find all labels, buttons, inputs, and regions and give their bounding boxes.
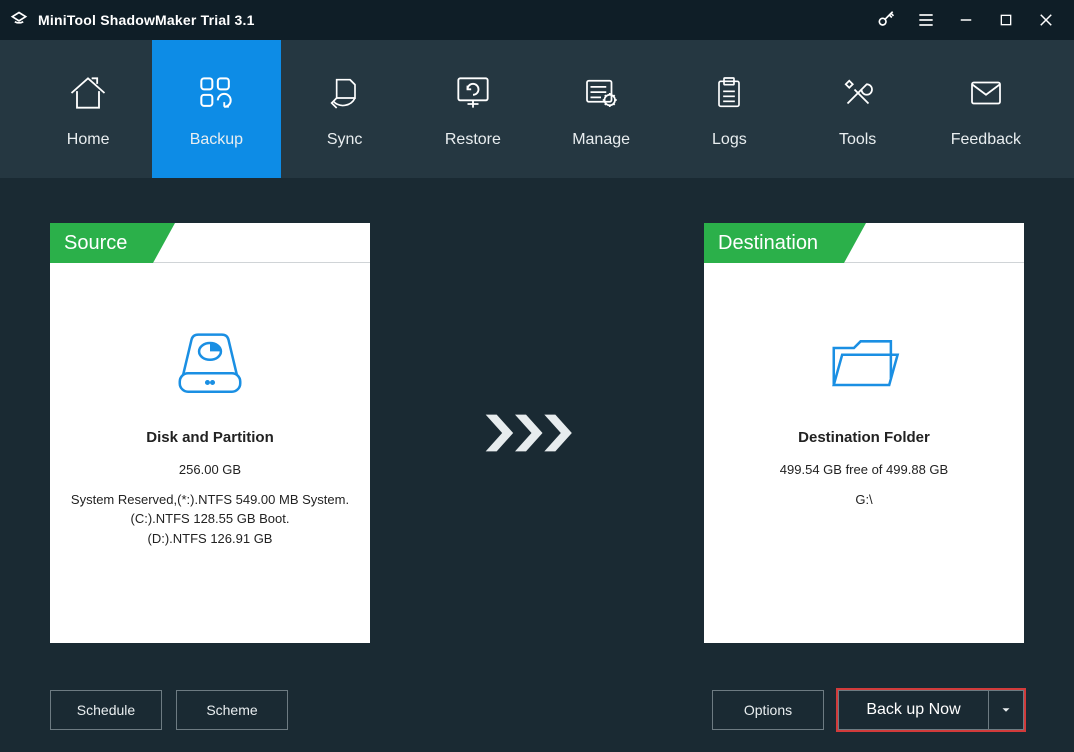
source-panel-body: Disk and Partition 256.00 GB System Rese… xyxy=(50,263,370,643)
nav-feedback[interactable]: Feedback xyxy=(922,40,1050,178)
destination-panel-body: Destination Folder 499.54 GB free of 499… xyxy=(704,263,1024,643)
backup-now-split-button: Back up Now xyxy=(838,690,1024,730)
schedule-button[interactable]: Schedule xyxy=(50,690,162,730)
nav-label: Restore xyxy=(445,131,501,149)
restore-icon xyxy=(449,69,497,117)
backup-now-dropdown[interactable] xyxy=(988,690,1024,730)
destination-title: Destination Folder xyxy=(798,429,930,446)
destination-panel[interactable]: Destination Destination Folder 499.54 GB… xyxy=(704,223,1024,643)
scheme-button[interactable]: Scheme xyxy=(176,690,288,730)
panels-row: Source Disk and Partition 256.00 GB Syst… xyxy=(50,208,1024,658)
nav-restore[interactable]: Restore xyxy=(409,40,537,178)
arrow-separator-icon xyxy=(482,413,592,453)
source-detail-line: System Reserved,(*:).NTFS 549.00 MB Syst… xyxy=(71,490,349,510)
titlebar: MiniTool ShadowMaker Trial 3.1 xyxy=(0,0,1074,40)
feedback-icon xyxy=(962,69,1010,117)
nav-label: Logs xyxy=(712,131,747,149)
bottom-right-buttons: Options Back up Now xyxy=(712,690,1024,730)
destination-free-space: 499.54 GB free of 499.88 GB xyxy=(780,460,948,480)
nav-sync[interactable]: Sync xyxy=(281,40,409,178)
navbar: Home Backup Sync xyxy=(0,40,1074,178)
options-button[interactable]: Options xyxy=(712,690,824,730)
nav-label: Backup xyxy=(190,131,243,149)
app-logo-icon xyxy=(8,9,30,31)
backup-now-button[interactable]: Back up Now xyxy=(838,690,988,730)
home-icon xyxy=(64,69,112,117)
bottom-bar: Schedule Scheme Options Back up Now xyxy=(50,688,1024,732)
key-icon[interactable] xyxy=(866,0,906,40)
nav-label: Sync xyxy=(327,131,363,149)
menu-icon[interactable] xyxy=(906,0,946,40)
destination-panel-header: Destination xyxy=(704,223,1024,263)
manage-icon xyxy=(577,69,625,117)
bottom-left-buttons: Schedule Scheme xyxy=(50,690,288,730)
destination-path: G:\ xyxy=(855,490,872,510)
close-button[interactable] xyxy=(1026,0,1066,40)
source-panel-header: Source xyxy=(50,223,370,263)
main-area: Source Disk and Partition 256.00 GB Syst… xyxy=(0,178,1074,752)
minimize-button[interactable] xyxy=(946,0,986,40)
disk-icon xyxy=(168,327,252,401)
nav-label: Home xyxy=(67,131,110,149)
nav-backup[interactable]: Backup xyxy=(152,40,280,178)
source-title: Disk and Partition xyxy=(146,429,274,446)
logs-icon xyxy=(705,69,753,117)
source-panel[interactable]: Source Disk and Partition 256.00 GB Syst… xyxy=(50,223,370,643)
titlebar-left: MiniTool ShadowMaker Trial 3.1 xyxy=(8,9,255,31)
nav-logs[interactable]: Logs xyxy=(665,40,793,178)
nav-home[interactable]: Home xyxy=(24,40,152,178)
titlebar-right xyxy=(866,0,1066,40)
nav-manage[interactable]: Manage xyxy=(537,40,665,178)
nav-label: Feedback xyxy=(951,131,1021,149)
source-detail-line: (C:).NTFS 128.55 GB Boot. xyxy=(131,509,290,529)
sync-icon xyxy=(321,69,369,117)
folder-icon xyxy=(822,327,906,401)
nav-label: Manage xyxy=(572,131,630,149)
maximize-button[interactable] xyxy=(986,0,1026,40)
tools-icon xyxy=(834,69,882,117)
nav-label: Tools xyxy=(839,131,876,149)
destination-panel-title: Destination xyxy=(704,223,844,263)
nav-tools[interactable]: Tools xyxy=(794,40,922,178)
source-panel-title: Source xyxy=(50,223,153,263)
source-size: 256.00 GB xyxy=(179,460,241,480)
backup-icon xyxy=(192,69,240,117)
source-detail-line: (D:).NTFS 126.91 GB xyxy=(148,529,273,549)
app-title: MiniTool ShadowMaker Trial 3.1 xyxy=(38,12,255,28)
